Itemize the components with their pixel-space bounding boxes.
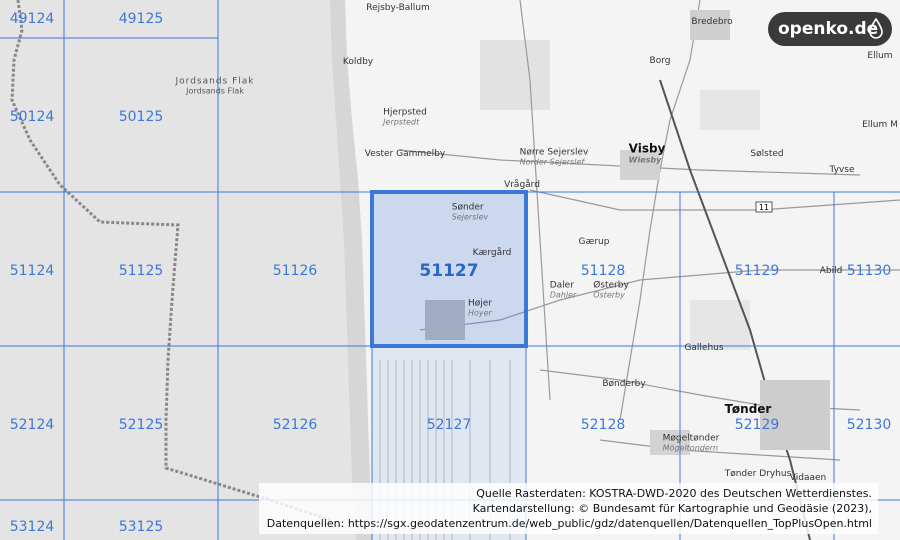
place-kaergard: Kærgård <box>472 248 512 258</box>
cell-label-52125[interactable]: 52125 <box>119 417 164 433</box>
place-bonderby: Bønderby <box>602 379 646 389</box>
place-visby: Visby Wiesby <box>629 142 666 165</box>
place-borg: Borg <box>649 56 671 66</box>
attribution-line-3[interactable]: Datenquellen: https://sgx.geodatenzentru… <box>267 516 872 531</box>
place-solsted: Sølsted <box>750 149 784 159</box>
sea-label: Jordsands Flak Jordsands Flak <box>176 77 255 96</box>
place-gaerup: Gærup <box>578 237 610 247</box>
place-ellum: Ellum <box>867 51 893 61</box>
place-sonder: Sønder Sejerslev <box>452 203 488 222</box>
cell-label-52128[interactable]: 52128 <box>581 417 626 433</box>
cell-label-51130[interactable]: 51130 <box>847 263 892 279</box>
place-osterby-name-de: Osterby <box>593 290 625 300</box>
place-tonder: Tønder <box>724 402 772 416</box>
cell-label-49125[interactable]: 49125 <box>119 11 164 27</box>
cell-label-53124[interactable]: 53124 <box>10 519 55 535</box>
place-mogeltonder-name: Møgeltønder <box>662 433 720 444</box>
field-patch <box>480 40 550 110</box>
logo-text: openko.de <box>778 19 879 39</box>
cell-label-50124[interactable]: 50124 <box>10 109 55 125</box>
attribution-line-2: Kartendarstellung: © Bundesamt für Karto… <box>472 502 872 515</box>
field-patch <box>700 90 760 130</box>
cell-label-52124[interactable]: 52124 <box>10 417 55 433</box>
cell-label-51126[interactable]: 51126 <box>273 263 318 279</box>
place-bredebro: Bredebro <box>691 17 733 27</box>
openko-logo[interactable]: openko.de <box>768 12 892 46</box>
cell-label-51124[interactable]: 51124 <box>10 263 55 279</box>
cell-label-51125[interactable]: 51125 <box>119 263 164 279</box>
place-koldby: Koldby <box>342 57 374 67</box>
cell-label-50125[interactable]: 50125 <box>119 109 164 125</box>
place-daler-name: Daler <box>549 280 574 291</box>
place-mogeltonder: Møgeltønder Mögeltondern <box>663 434 720 453</box>
place-vidaaen: Vidaaen <box>789 473 827 483</box>
place-rejsby: Rejsby-Ballum <box>366 3 430 13</box>
place-tonder-dryhus: Tønder Dryhus <box>724 469 792 479</box>
place-hojer-name: Højer <box>467 298 493 309</box>
place-visby-name-de: Wiesby <box>628 155 662 165</box>
attribution-box: Quelle Rasterdaten: KOSTRA-DWD-2020 des … <box>258 483 878 534</box>
place-sonder-name-2: Sejerslev <box>451 212 489 222</box>
road-number: 11 <box>759 203 769 212</box>
place-hjerpsted-name: Hjerpsted <box>383 107 427 118</box>
place-norre-name: Nørre Sejerslev <box>519 147 589 158</box>
place-hjerpsted: Hjerpsted Jerpstedt <box>383 108 427 127</box>
place-osterby-name: Østerby <box>593 280 629 291</box>
place-hjerpsted-name-de: Jerpstedt <box>383 117 420 127</box>
place-vragard: Vrågård <box>504 180 540 190</box>
place-daler-name-de: Dahler <box>549 290 577 300</box>
place-tyvse: Tyvse <box>829 165 855 175</box>
cell-label-51129[interactable]: 51129 <box>735 263 780 279</box>
sea-label-name-de: Jordsands Flak <box>186 86 244 96</box>
place-visby-name: Visby <box>628 141 666 156</box>
raindrop-icon <box>869 17 883 45</box>
place-norre-name-de: Norder Sejerslef <box>519 157 585 167</box>
cell-label-51128[interactable]: 51128 <box>581 263 626 279</box>
place-gallehus: Gallehus <box>684 343 724 353</box>
place-norre: Nørre Sejerslev Norder Sejerslef <box>520 148 589 167</box>
place-hojer: Højer Hoyer <box>468 299 492 318</box>
cell-label-52126[interactable]: 52126 <box>273 417 318 433</box>
attribution-line-1: Quelle Rasterdaten: KOSTRA-DWD-2020 des … <box>476 487 872 500</box>
cell-label-49124[interactable]: 49124 <box>10 11 55 27</box>
place-ellum-mark: Ellum M <box>862 120 898 130</box>
cell-label-52127[interactable]: 52127 <box>427 417 472 433</box>
place-abild: Abild <box>819 266 843 276</box>
cell-label-52130[interactable]: 52130 <box>847 417 892 433</box>
place-daler: Daler Dahler <box>550 281 577 300</box>
place-sonder-name: Sønder <box>451 202 484 213</box>
cell-label-51127[interactable]: 51127 <box>419 261 478 281</box>
cell-label-52129[interactable]: 52129 <box>735 417 780 433</box>
place-vester: Vester Gammelby <box>364 149 446 159</box>
place-hojer-name-de: Hoyer <box>467 308 492 318</box>
place-osterby: Østerby Osterby <box>593 281 629 300</box>
place-mogeltonder-name-de: Mögeltondern <box>662 443 719 453</box>
sea-label-name: Jordsands Flak <box>175 76 255 87</box>
cell-label-53125[interactable]: 53125 <box>119 519 164 535</box>
